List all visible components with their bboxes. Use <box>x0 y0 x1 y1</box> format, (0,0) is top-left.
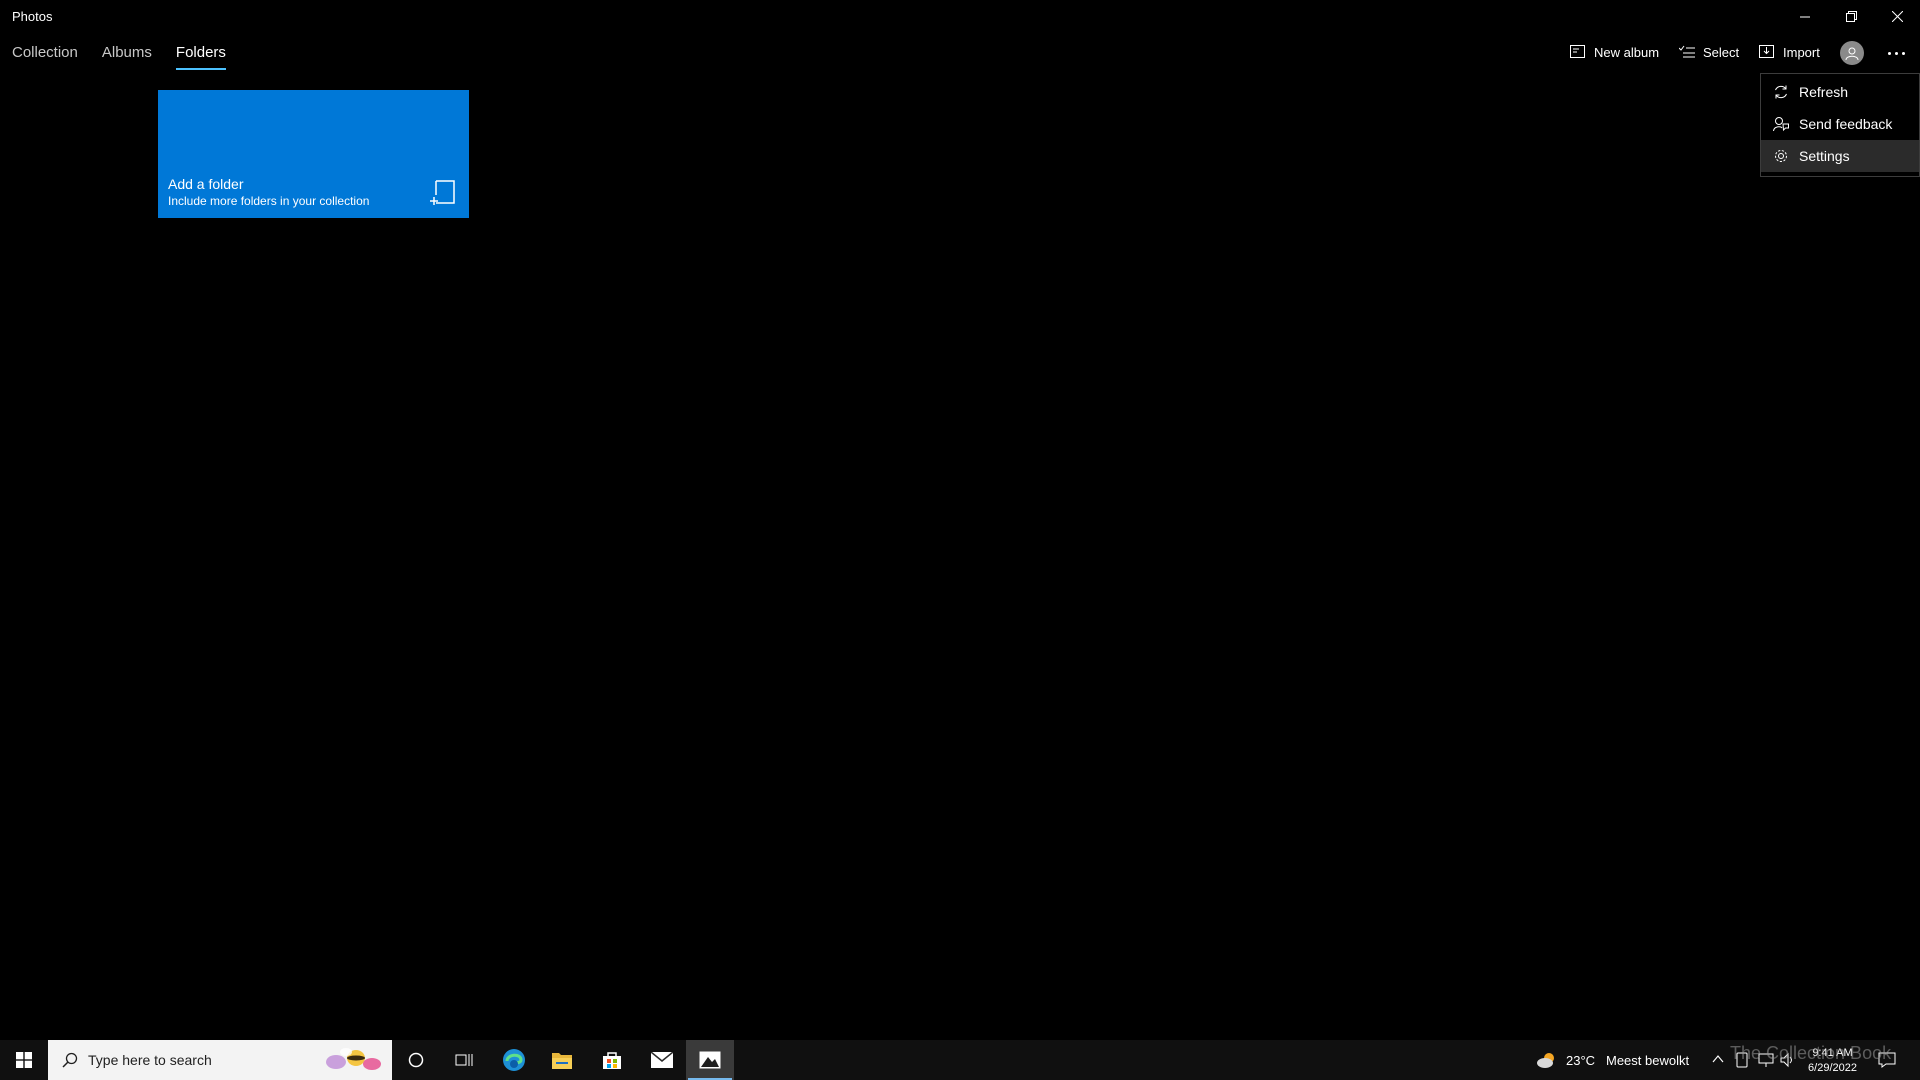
select-list-icon <box>1679 45 1695 58</box>
import-label: Import <box>1783 44 1820 60</box>
watermark-text: The Collection Book <box>1730 1043 1892 1063</box>
start-button[interactable] <box>0 1040 48 1080</box>
menu-item-label: Settings <box>1799 148 1850 164</box>
search-icon <box>62 1052 78 1068</box>
mail-button[interactable] <box>638 1040 686 1080</box>
menu-item-send-feedback[interactable]: Send feedback <box>1761 108 1919 140</box>
add-folder-icon <box>430 180 455 205</box>
select-label: Select <box>1703 44 1740 60</box>
more-options-button[interactable] <box>1880 40 1912 66</box>
new-album-icon <box>1570 45 1585 58</box>
menu-item-refresh[interactable]: Refresh <box>1761 76 1919 108</box>
tile-subtitle: Include more folders in your collection <box>168 194 370 208</box>
more-options-menu: Refresh Send feedback Settings <box>1760 73 1920 177</box>
person-icon <box>1845 47 1859 60</box>
taskbar: Type here to search 23°C Meest bewolkt 9… <box>0 1040 1920 1080</box>
more-icon-dot <box>1901 51 1905 55</box>
file-explorer-button[interactable] <box>538 1040 586 1080</box>
taskbar-search-box[interactable]: Type here to search <box>48 1040 392 1080</box>
minimize-icon <box>1800 16 1810 17</box>
select-button[interactable]: Select <box>1679 40 1739 64</box>
restore-icon <box>1845 11 1857 22</box>
minimize-button[interactable] <box>1782 0 1828 33</box>
add-folder-tile[interactable]: Add a folder Include more folders in you… <box>158 90 469 218</box>
edge-browser-icon <box>503 1049 525 1071</box>
feedback-icon <box>1773 117 1789 132</box>
chevron-up-icon[interactable] <box>1712 1054 1724 1064</box>
cortana-circle-icon <box>408 1052 424 1068</box>
app-title: Photos <box>12 9 53 24</box>
refresh-icon <box>1775 85 1787 99</box>
menu-item-settings[interactable]: Settings <box>1761 140 1919 172</box>
search-placeholder: Type here to search <box>88 1052 212 1068</box>
gear-icon <box>1775 150 1787 162</box>
mail-envelope-icon <box>651 1052 673 1068</box>
new-album-button[interactable]: New album <box>1570 40 1659 64</box>
weather-description[interactable]: Meest bewolkt <box>1606 1053 1689 1068</box>
more-icon-dot <box>1894 51 1898 55</box>
close-icon <box>1891 11 1903 22</box>
tab-albums[interactable]: Albums <box>102 44 152 70</box>
tab-collection[interactable]: Collection <box>12 44 78 70</box>
edge-browser-button[interactable] <box>490 1040 538 1080</box>
weather-cloudy-icon <box>1537 1053 1554 1068</box>
folder-icon <box>552 1053 572 1069</box>
store-bag-icon <box>603 1052 621 1069</box>
menu-item-label: Send feedback <box>1799 116 1893 132</box>
menu-item-label: Refresh <box>1799 84 1849 100</box>
close-button[interactable] <box>1874 0 1920 33</box>
account-avatar[interactable] <box>1840 41 1864 65</box>
weather-temperature[interactable]: 23°C <box>1566 1053 1595 1068</box>
restore-button[interactable] <box>1828 0 1874 33</box>
tile-title: Add a folder <box>168 176 244 192</box>
view-tabs: Collection Albums Folders <box>12 44 226 70</box>
windows-logo-icon <box>16 1052 32 1068</box>
more-icon-dot <box>1887 51 1891 55</box>
title-bar: Photos <box>0 0 1920 33</box>
new-album-label: New album <box>1594 44 1660 60</box>
tab-folders[interactable]: Folders <box>175 44 226 70</box>
task-view-button[interactable] <box>440 1040 488 1080</box>
search-highlight-illustration-icon <box>326 1048 381 1070</box>
photos-app-icon <box>699 1051 721 1069</box>
photos-app-button[interactable] <box>686 1040 734 1080</box>
import-button[interactable]: Import <box>1759 40 1820 64</box>
cortana-button[interactable] <box>392 1040 440 1080</box>
import-icon <box>1759 45 1774 58</box>
task-view-icon <box>455 1054 473 1066</box>
microsoft-store-button[interactable] <box>588 1040 636 1080</box>
